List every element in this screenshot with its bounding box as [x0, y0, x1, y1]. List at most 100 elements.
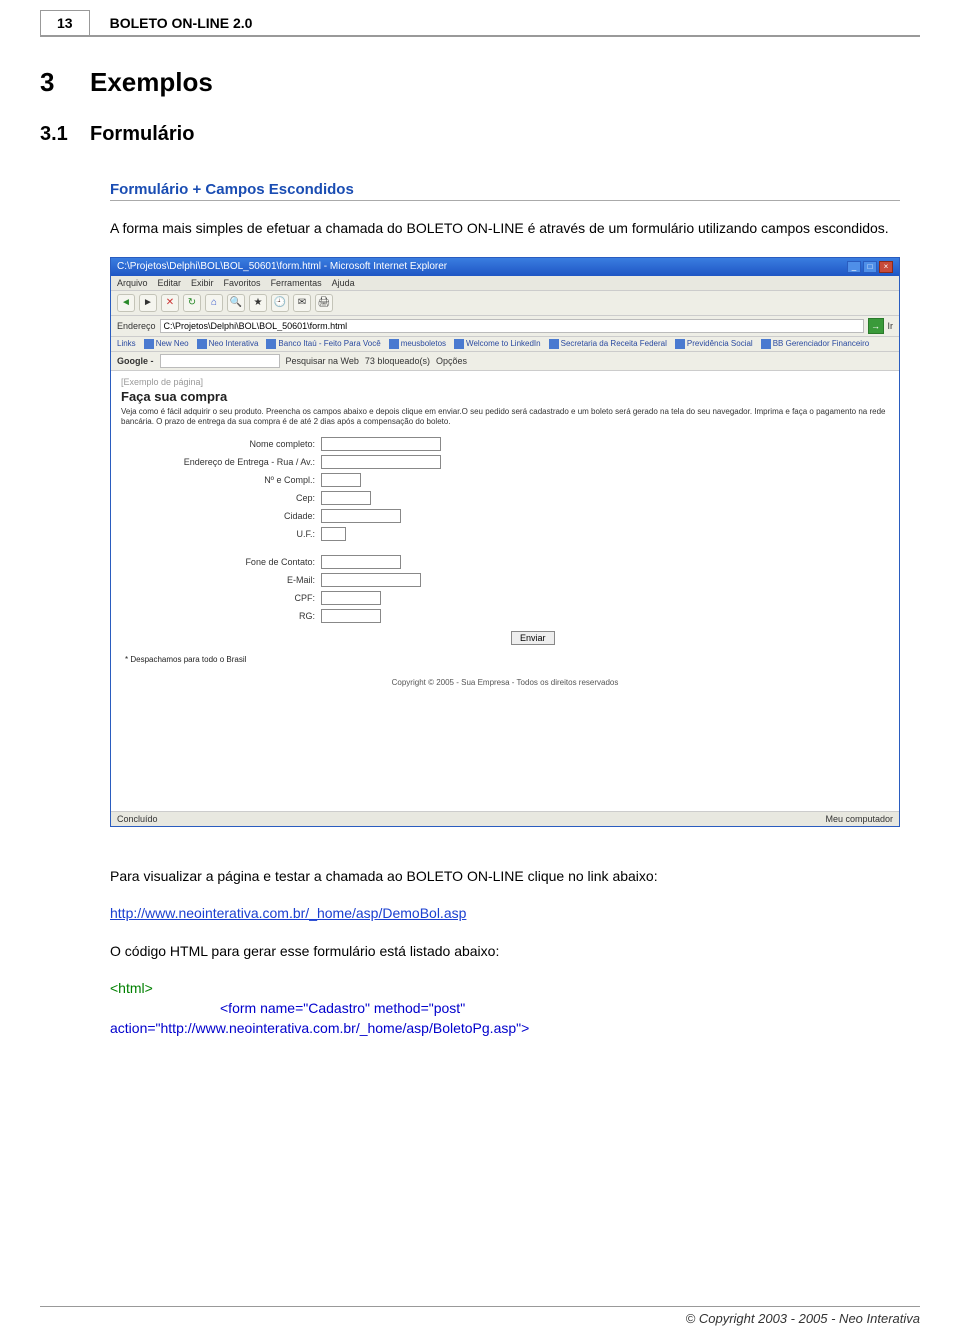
page-number: 13 — [40, 10, 90, 35]
link-icon — [144, 339, 154, 349]
section-heading: 3.1Formulário — [40, 123, 920, 146]
home-icon[interactable]: ⌂ — [205, 294, 223, 312]
code-listing: <html> <form name="Cadastro" method="pos… — [110, 979, 900, 1038]
menu-item[interactable]: Exibir — [191, 278, 214, 288]
status-left: Concluído — [117, 814, 158, 824]
rg-input[interactable] — [321, 609, 381, 623]
code-line: <html> — [110, 979, 900, 999]
window-titlebar: C:\Projetos\Delphi\BOL\BOL_50601\form.ht… — [111, 258, 899, 276]
numero-input[interactable] — [321, 473, 361, 487]
section-title: Formulário — [90, 123, 194, 145]
chapter-number: 3 — [40, 67, 90, 98]
cpf-input[interactable] — [321, 591, 381, 605]
code-line: action="http://www.neointerativa.com.br/… — [110, 1019, 900, 1039]
status-bar: Concluído Meu computador — [111, 811, 899, 826]
stop-icon[interactable]: ✕ — [161, 294, 179, 312]
print-icon[interactable]: 🖨 — [315, 294, 333, 312]
go-label: Ir — [888, 321, 894, 331]
link-icon — [549, 339, 559, 349]
link-icon — [389, 339, 399, 349]
page-copyright: Copyright © 2005 - Sua Empresa - Todos o… — [121, 678, 889, 687]
page-header: 13 BOLETO ON-LINE 2.0 — [40, 10, 920, 37]
nome-input[interactable] — [321, 437, 441, 451]
subsection-heading: Formulário + Campos Escondidos — [110, 181, 900, 201]
browser-screenshot: C:\Projetos\Delphi\BOL\BOL_50601\form.ht… — [110, 257, 900, 827]
link-item[interactable]: Neo Interativa — [197, 339, 259, 349]
intro-paragraph: A forma mais simples de efetuar a chamad… — [110, 219, 900, 239]
link-icon — [761, 339, 771, 349]
chapter-title: Exemplos — [90, 67, 213, 97]
google-blocked[interactable]: 73 bloqueado(s) — [365, 356, 430, 366]
field-label: Cep: — [161, 493, 321, 503]
menu-item[interactable]: Editar — [158, 278, 182, 288]
link-item[interactable]: New Neo — [144, 339, 189, 349]
email-input[interactable] — [321, 573, 421, 587]
after-para-1: Para visualizar a página e testar a cham… — [110, 867, 900, 887]
maximize-icon[interactable]: □ — [863, 261, 877, 273]
submit-button[interactable]: Enviar — [511, 631, 555, 645]
google-label: Google - — [117, 356, 154, 366]
history-icon[interactable]: 🕘 — [271, 294, 289, 312]
google-options[interactable]: Opções — [436, 356, 467, 366]
after-para-2: O código HTML para gerar esse formulário… — [110, 942, 900, 962]
go-button[interactable]: → — [868, 318, 884, 334]
search-icon[interactable]: 🔍 — [227, 294, 245, 312]
field-label: Fone de Contato: — [161, 557, 321, 567]
link-icon — [266, 339, 276, 349]
field-label: Endereço de Entrega - Rua / Av.: — [161, 457, 321, 467]
minimize-icon[interactable]: _ — [847, 261, 861, 273]
window-title: C:\Projetos\Delphi\BOL\BOL_50601\form.ht… — [117, 261, 447, 272]
menubar: Arquivo Editar Exibir Favoritos Ferramen… — [111, 276, 899, 291]
address-bar: Endereço → Ir — [111, 316, 899, 337]
link-icon — [454, 339, 464, 349]
chapter-heading: 3Exemplos — [40, 67, 920, 98]
forward-icon[interactable]: ► — [139, 294, 157, 312]
example-tag: [Exemplo de página] — [121, 377, 889, 387]
page-footer: © Copyright 2003 - 2005 - Neo Interativa — [40, 1306, 920, 1326]
cidade-input[interactable] — [321, 509, 401, 523]
link-item[interactable]: Welcome to LinkedIn — [454, 339, 541, 349]
back-icon[interactable]: ◄ — [117, 294, 135, 312]
menu-item[interactable]: Ferramentas — [271, 278, 322, 288]
field-label: Cidade: — [161, 511, 321, 521]
field-label: RG: — [161, 611, 321, 621]
links-bar: Links New Neo Neo Interativa Banco Itaú … — [111, 337, 899, 352]
link-item[interactable]: BB Gerenciador Financeiro — [761, 339, 870, 349]
field-label: E-Mail: — [161, 575, 321, 585]
form-description: Veja como é fácil adquirir o seu produto… — [121, 407, 889, 428]
link-item[interactable]: Banco Itaú - Feito Para Você — [266, 339, 380, 349]
doc-title: BOLETO ON-LINE 2.0 — [110, 15, 253, 35]
favorites-icon[interactable]: ★ — [249, 294, 267, 312]
cep-input[interactable] — [321, 491, 371, 505]
link-icon — [675, 339, 685, 349]
page-body: [Exemplo de página] Faça sua compra Veja… — [111, 371, 899, 791]
section-number: 3.1 — [40, 123, 90, 146]
uf-input[interactable] — [321, 527, 346, 541]
link-icon — [197, 339, 207, 349]
status-right: Meu computador — [825, 814, 893, 824]
link-item[interactable]: Previdência Social — [675, 339, 753, 349]
google-search-input[interactable] — [160, 354, 280, 368]
link-item[interactable]: Secretaria da Receita Federal — [549, 339, 667, 349]
menu-item[interactable]: Favoritos — [224, 278, 261, 288]
purchase-form: Nome completo: Endereço de Entrega - Rua… — [161, 437, 889, 645]
links-label: Links — [117, 339, 136, 349]
field-label: U.F.: — [161, 529, 321, 539]
address-label: Endereço — [117, 321, 156, 331]
address-input[interactable] — [160, 319, 864, 333]
refresh-icon[interactable]: ↻ — [183, 294, 201, 312]
code-line: <form name="Cadastro" method="post" — [110, 999, 900, 1019]
menu-item[interactable]: Arquivo — [117, 278, 148, 288]
link-item[interactable]: meusboletos — [389, 339, 446, 349]
shipping-note: * Despachamos para todo o Brasil — [125, 655, 889, 664]
endereco-input[interactable] — [321, 455, 441, 469]
form-heading: Faça sua compra — [121, 389, 889, 404]
demo-link[interactable]: http://www.neointerativa.com.br/_home/as… — [110, 905, 466, 921]
google-search-button[interactable]: Pesquisar na Web — [286, 356, 359, 366]
close-icon[interactable]: × — [879, 261, 893, 273]
field-label: Nº e Compl.: — [161, 475, 321, 485]
menu-item[interactable]: Ajuda — [332, 278, 355, 288]
mail-icon[interactable]: ✉ — [293, 294, 311, 312]
fone-input[interactable] — [321, 555, 401, 569]
google-toolbar: Google - Pesquisar na Web 73 bloqueado(s… — [111, 352, 899, 371]
